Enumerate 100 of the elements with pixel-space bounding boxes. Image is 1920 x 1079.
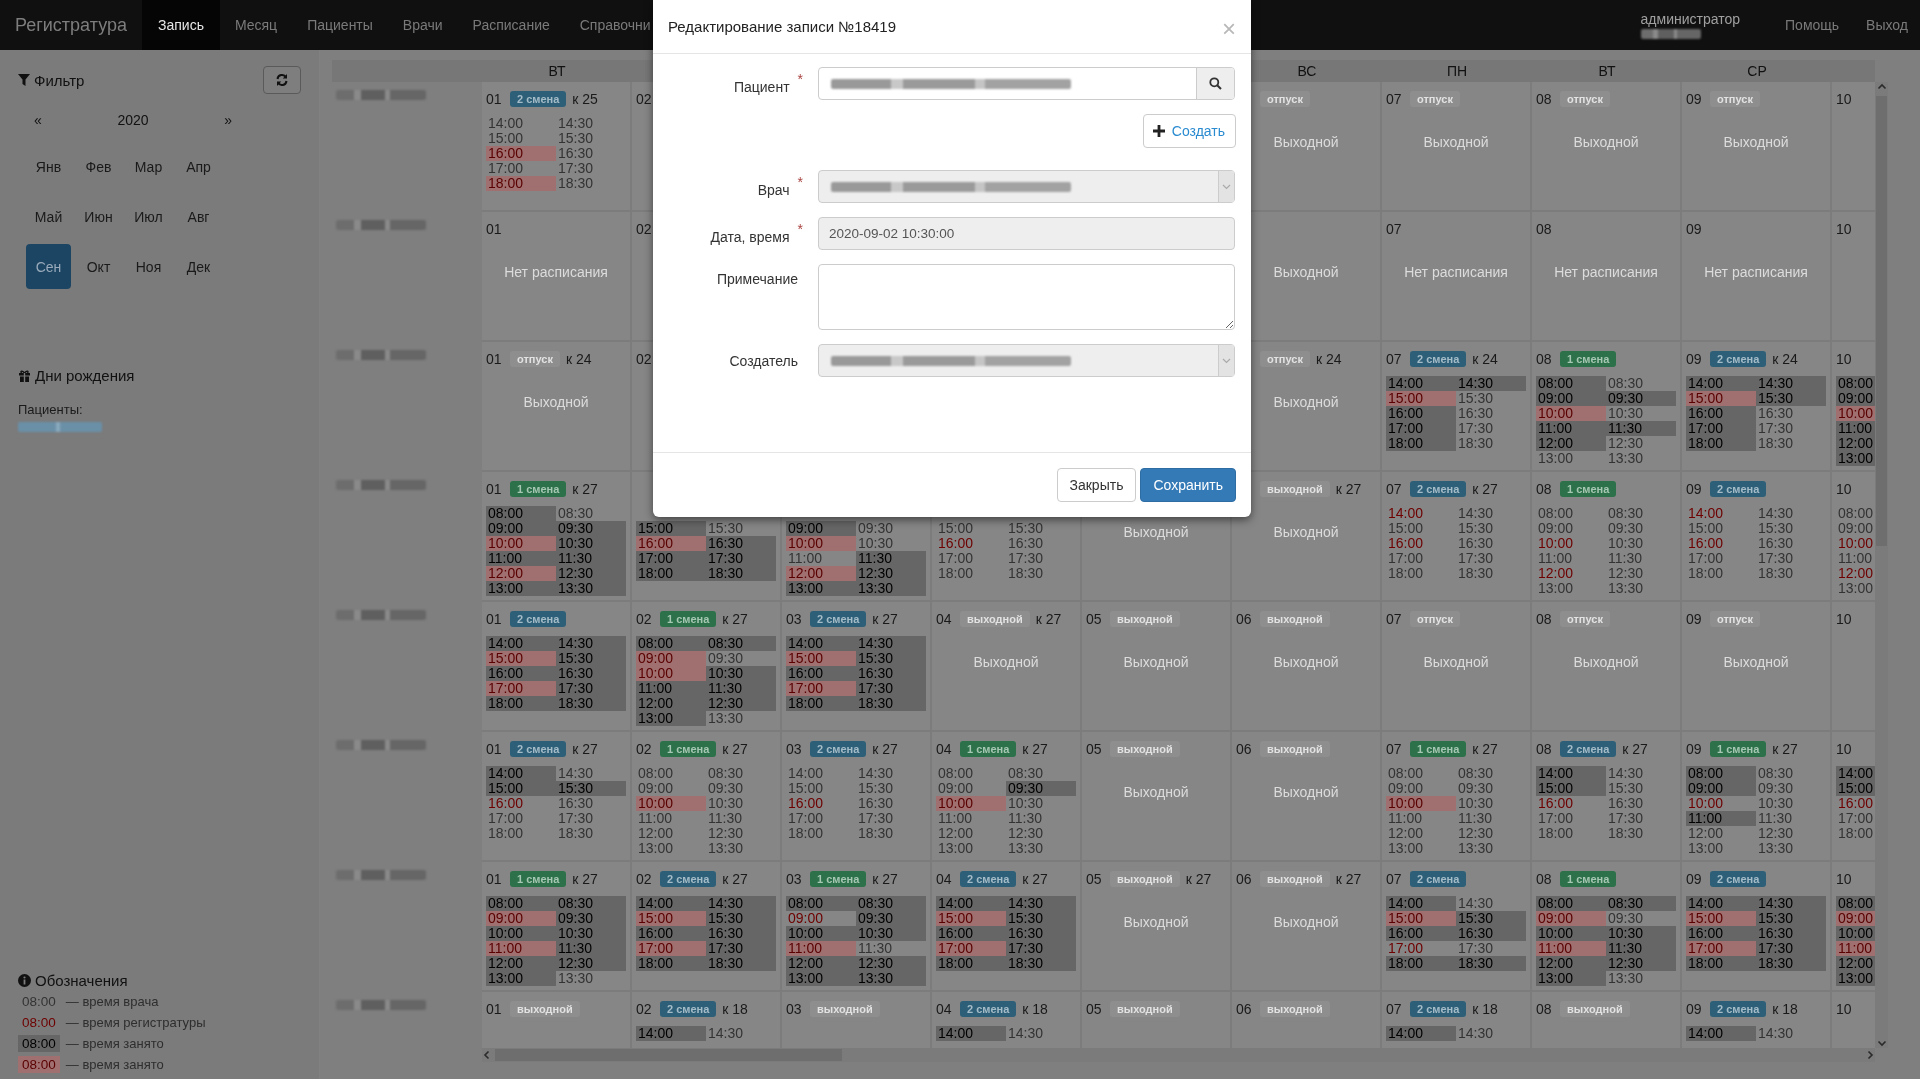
time-slot[interactable]: 14:30 — [1756, 376, 1826, 391]
time-slot[interactable]: 09:30 — [1606, 911, 1676, 926]
time-slot[interactable]: 16:30 — [556, 666, 626, 681]
time-slot[interactable]: 18:30 — [1456, 956, 1526, 971]
time-slot[interactable]: 18:00 — [936, 956, 1006, 971]
time-slot[interactable]: 13:00 — [486, 581, 556, 596]
time-slot[interactable]: 11:00 — [1686, 811, 1756, 826]
time-slot[interactable]: 08:00 — [1536, 506, 1606, 521]
time-slot[interactable]: 14:30 — [1456, 376, 1526, 391]
schedule-cell[interactable]: 03 2 смена к 27 14:00 14:30 15:00 15:30 16:00 16:30 17:00 17:30 18:00 18:30 — [782, 732, 932, 862]
schedule-cell[interactable]: 05 выходной к 27 Выходной — [1082, 862, 1232, 992]
time-slot[interactable]: 18:30 — [556, 826, 626, 841]
schedule-cell[interactable]: 07 2 смена к 27 14:00 14:30 15:00 15:30 16:00 16:30 17:00 17:30 18:00 18:30 — [1382, 472, 1532, 602]
schedule-cell[interactable]: 02 1 смена к 27 08:00 08:30 09:00 09:30 10:00 10:30 11:00 11:30 12:00 12:30 13:00 13:30 — [632, 732, 782, 862]
time-slot[interactable]: 08:30 — [856, 896, 926, 911]
time-slot[interactable]: 12:00 — [1836, 956, 1875, 971]
time-slot[interactable]: 18:00 — [1686, 566, 1756, 581]
time-slot[interactable]: 11:00 — [1536, 551, 1606, 566]
time-slot[interactable]: 18:30 — [1756, 956, 1826, 971]
time-slot[interactable]: 09:00 — [936, 781, 1006, 796]
nav-tab[interactable]: Пациенты — [292, 0, 388, 50]
nav-tab[interactable]: Расписание — [457, 0, 565, 50]
time-slot[interactable]: 18:00 — [786, 826, 856, 841]
time-slot[interactable]: 18:00 — [1686, 956, 1756, 971]
time-slot[interactable]: 10:30 — [556, 926, 626, 941]
time-slot[interactable]: 13:30 — [856, 971, 926, 986]
time-slot[interactable]: 15:30 — [1606, 781, 1676, 796]
create-button[interactable]: Создать — [1142, 114, 1236, 148]
time-slot[interactable]: 16:30 — [1456, 536, 1526, 551]
time-slot[interactable]: 15:30 — [1006, 911, 1076, 926]
time-slot[interactable]: 15:30 — [1756, 911, 1826, 926]
time-slot[interactable]: 16:00 — [1386, 536, 1456, 551]
time-slot[interactable]: 14:00 — [1686, 506, 1756, 521]
schedule-cell[interactable]: 08 1 смена 08:00 08:30 09:00 09:30 10:00 10:30 11:00 11:30 12:00 12:30 13:00 13:30 — [1532, 472, 1682, 602]
time-slot[interactable]: 17:30 — [856, 811, 926, 826]
time-slot[interactable]: 13:00 — [1536, 451, 1606, 466]
time-slot[interactable]: 16:30 — [1006, 536, 1076, 551]
time-slot[interactable]: 17:30 — [1456, 421, 1526, 436]
time-slot[interactable]: 10:30 — [1456, 796, 1526, 811]
time-slot[interactable]: 18:00 — [486, 176, 556, 191]
scroll-up-icon[interactable] — [1876, 82, 1887, 92]
time-slot[interactable]: 10:30 — [706, 666, 776, 681]
time-slot[interactable]: 09:00 — [1536, 391, 1606, 406]
time-slot[interactable]: 15:00 — [1686, 391, 1756, 406]
time-slot[interactable]: 17:00 — [486, 161, 556, 176]
schedule-cell[interactable]: 08 отпуск Выходной — [1532, 82, 1682, 212]
time-slot[interactable]: 16:00 — [1536, 796, 1606, 811]
schedule-cell[interactable]: 09 отпуск Выходной — [1682, 602, 1832, 732]
time-slot[interactable]: 17:00 — [486, 681, 556, 696]
schedule-cell[interactable]: 09 2 смена 14:00 14:30 15:00 15:30 16:00 16:30 17:00 17:30 18:00 18:30 — [1682, 472, 1832, 602]
scroll-left-icon[interactable] — [482, 1050, 492, 1060]
schedule-cell[interactable]: 04 2 смена к 27 14:00 14:30 15:00 15:30 16:00 16:30 17:00 17:30 18:00 18:30 — [932, 862, 1082, 992]
previous-year-button[interactable]: « — [28, 108, 48, 132]
time-slot[interactable]: 12:00 — [1386, 826, 1456, 841]
scroll-down-icon[interactable] — [1876, 1038, 1887, 1048]
time-slot[interactable]: 15:00 — [486, 131, 556, 146]
schedule-cell[interactable]: 08 1 смена 08:00 08:30 09:00 09:30 10:00 10:30 11:00 11:30 12:00 12:30 13:00 13:30 — [1532, 342, 1682, 472]
schedule-cell[interactable]: 03 2 смена к 27 14:00 14:30 15:00 15:30 16:00 16:30 17:00 17:30 18:00 18:30 — [782, 602, 932, 732]
time-slot[interactable]: 09:30 — [1006, 781, 1076, 796]
time-slot[interactable]: 18:30 — [556, 176, 626, 191]
time-slot[interactable]: 17:00 — [936, 551, 1006, 566]
time-slot[interactable]: 18:30 — [856, 826, 926, 841]
time-slot[interactable]: 09:00 — [1536, 911, 1606, 926]
time-slot[interactable]: 17:00 — [786, 681, 856, 696]
schedule-cell[interactable]: 09 2 смена 14:00 14:30 15:00 15:30 16:00 16:30 17:00 17:30 18:00 18:30 — [1682, 862, 1832, 992]
time-slot[interactable]: 09:00 — [1836, 391, 1875, 406]
schedule-cell[interactable]: 07 2 смена к 24 14:00 14:30 15:00 15:30 16:00 16:30 17:00 17:30 18:00 18:30 — [1382, 342, 1532, 472]
time-slot[interactable]: 18:00 — [636, 956, 706, 971]
time-slot[interactable]: 13:00 — [1536, 581, 1606, 596]
time-slot[interactable]: 14:00 — [786, 636, 856, 651]
time-slot[interactable]: 17:30 — [856, 681, 926, 696]
time-slot[interactable]: 15:30 — [856, 651, 926, 666]
time-slot[interactable]: 15:30 — [1456, 391, 1526, 406]
time-slot[interactable]: 18:00 — [786, 696, 856, 711]
time-slot[interactable]: 13:00 — [936, 841, 1006, 856]
schedule-cell[interactable]: 04 1 смена к 27 08:00 08:30 09:00 09:30 10:00 10:30 11:00 11:30 12:00 12:30 13:00 13:30 — [932, 732, 1082, 862]
month-button[interactable]: Янв — [26, 144, 71, 189]
time-slot[interactable]: 14:00 — [1386, 376, 1456, 391]
time-slot[interactable]: 11:30 — [556, 941, 626, 956]
time-slot[interactable]: 11:30 — [1606, 941, 1676, 956]
time-slot[interactable]: 13:30 — [706, 711, 776, 726]
time-slot[interactable]: 08:30 — [1006, 766, 1076, 781]
schedule-cell[interactable]: 05 выходной Выходной — [1082, 732, 1232, 862]
time-slot[interactable]: 08:30 — [556, 506, 626, 521]
time-slot[interactable]: 17:30 — [1756, 941, 1826, 956]
time-slot[interactable]: 18:00 — [1386, 436, 1456, 451]
time-slot[interactable]: 17:30 — [1606, 811, 1676, 826]
time-slot[interactable]: 08:00 — [1536, 376, 1606, 391]
time-slot[interactable]: 15:30 — [706, 911, 776, 926]
schedule-cell[interactable]: выходной к 27 Выходной — [1232, 472, 1382, 602]
time-slot[interactable]: 17:30 — [1456, 551, 1526, 566]
time-slot[interactable]: 17:00 — [786, 811, 856, 826]
time-slot[interactable]: 17:30 — [706, 941, 776, 956]
time-slot[interactable]: 15:30 — [1456, 911, 1526, 926]
scroll-right-icon[interactable] — [1865, 1050, 1875, 1060]
month-button[interactable]: Ноя — [126, 244, 171, 289]
month-button[interactable]: Дек — [176, 244, 221, 289]
time-slot[interactable]: 13:00 — [1836, 581, 1875, 596]
time-slot[interactable]: 08:30 — [706, 636, 776, 651]
time-slot[interactable]: 14:00 — [936, 896, 1006, 911]
